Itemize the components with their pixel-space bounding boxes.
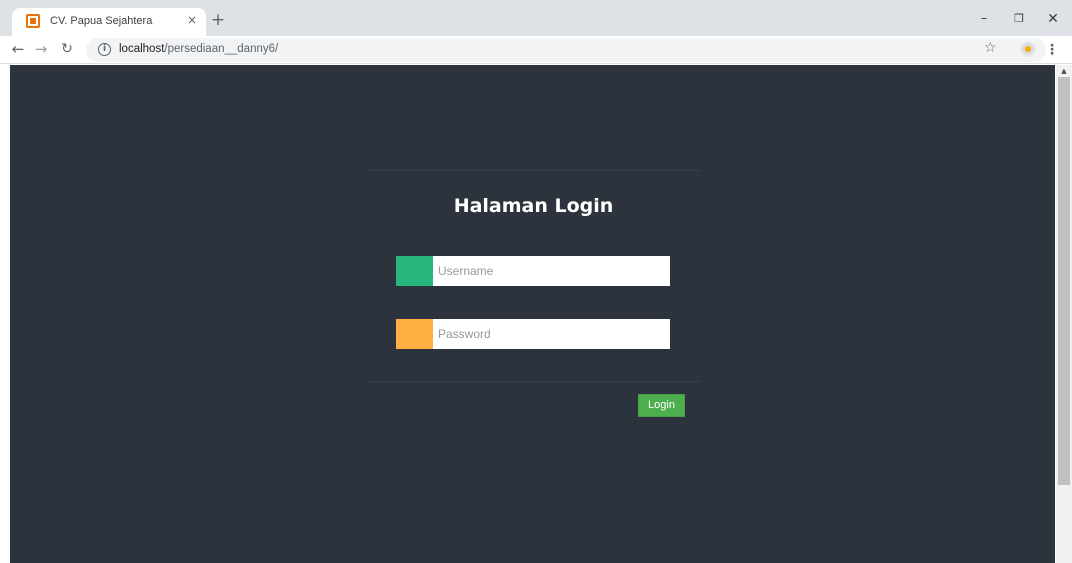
info-icon[interactable]: i — [98, 43, 111, 56]
reload-icon[interactable]: ↻ — [57, 39, 77, 59]
minimize-button[interactable]: – — [972, 8, 996, 30]
bottom-divider — [367, 381, 700, 382]
extension-icon[interactable] — [1020, 41, 1036, 57]
browser-toolbar: ← → ↻ i localhost/persediaan__danny6/ ☆ — [0, 36, 1072, 64]
close-tab-icon[interactable]: × — [184, 12, 200, 28]
forward-icon[interactable]: → — [31, 39, 51, 59]
new-tab-button[interactable]: + — [208, 11, 228, 31]
scroll-thumb[interactable] — [1058, 77, 1070, 485]
username-group — [396, 256, 670, 286]
close-window-button[interactable]: ✕ — [1041, 8, 1065, 30]
menu-icon[interactable]: ⋮ — [1044, 40, 1060, 60]
password-input[interactable] — [433, 319, 670, 349]
tab-title: CV. Papua Sejahtera — [50, 15, 153, 27]
url-text[interactable]: localhost/persediaan__danny6/ — [119, 43, 278, 55]
star-icon[interactable]: ☆ — [984, 40, 997, 56]
viewport: Halaman Login Login ▲ — [0, 65, 1072, 563]
favicon-icon — [26, 14, 40, 28]
scroll-up-icon[interactable]: ▲ — [1056, 65, 1072, 77]
username-input[interactable] — [433, 256, 670, 286]
login-button[interactable]: Login — [638, 394, 685, 417]
browser-tab[interactable]: CV. Papua Sejahtera × — [12, 8, 206, 36]
top-divider — [367, 170, 700, 171]
address-bar[interactable]: i localhost/persediaan__danny6/ ☆ — [86, 38, 1046, 62]
password-group — [396, 319, 670, 349]
username-addon — [396, 256, 433, 286]
login-page: Halaman Login Login — [10, 65, 1055, 563]
page-title: Halaman Login — [453, 195, 614, 217]
tab-strip: CV. Papua Sejahtera × + – ❐ ✕ — [0, 0, 1072, 36]
password-addon — [396, 319, 433, 349]
restore-button[interactable]: ❐ — [1007, 8, 1031, 30]
back-icon[interactable]: ← — [8, 39, 28, 59]
scrollbar[interactable]: ▲ — [1056, 65, 1072, 563]
